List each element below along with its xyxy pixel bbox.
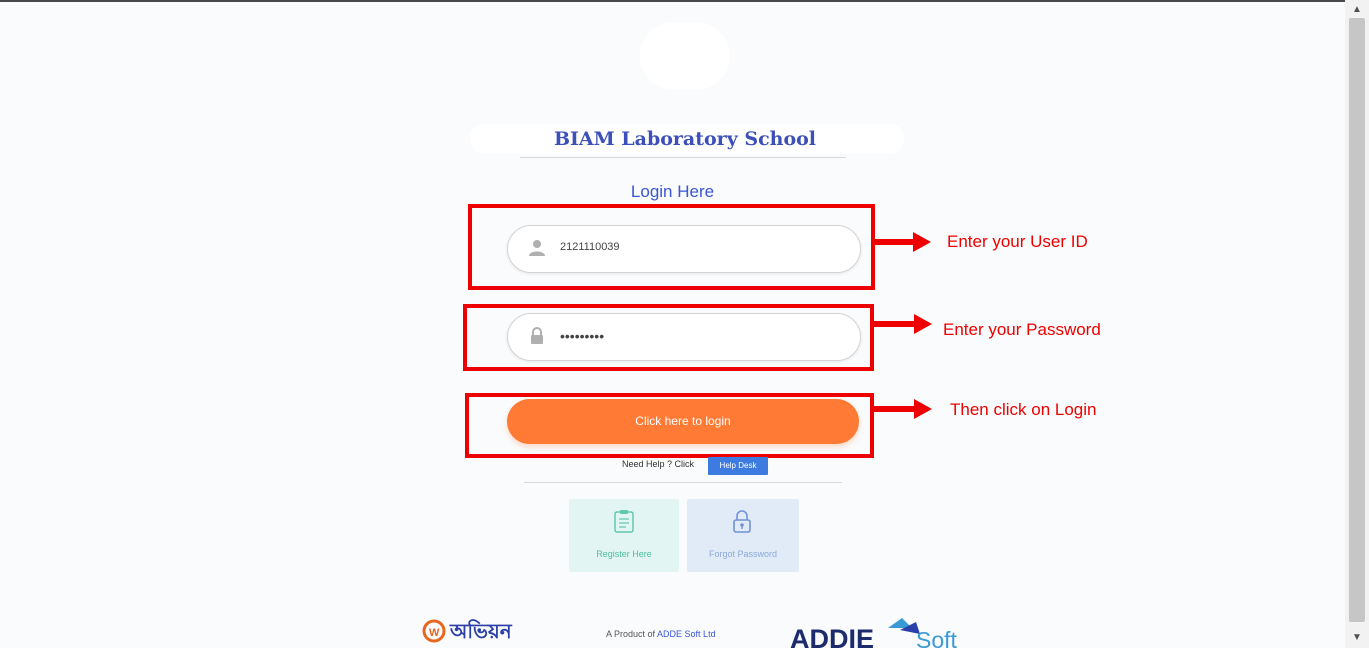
annotation-user-id: Enter your User ID <box>947 232 1088 251</box>
annotation-box-password <box>463 304 874 371</box>
annotation-box-user-id <box>468 204 875 290</box>
register-card[interactable]: Register Here <box>569 499 679 572</box>
arrow-right-icon <box>875 232 931 252</box>
company-link[interactable]: ADDE Soft Ltd <box>657 629 716 639</box>
arrow-right-icon <box>874 399 932 419</box>
register-label: Register Here <box>596 549 652 559</box>
scrollbar[interactable]: ▲ ▼ <box>1345 0 1369 648</box>
footer-credit: A Product of ADDE Soft Ltd <box>606 629 716 639</box>
scroll-down-arrow-icon[interactable]: ▼ <box>1345 630 1369 646</box>
svg-text:W: W <box>429 627 440 639</box>
forgot-password-label: Forgot Password <box>708 549 778 559</box>
help-desk-button[interactable]: Help Desk <box>708 457 768 475</box>
brand-logo-left: W অভিয়ন <box>422 619 513 643</box>
top-border <box>0 0 1345 2</box>
scroll-thumb[interactable] <box>1349 18 1365 622</box>
login-heading: Login Here <box>630 182 715 201</box>
brand-logo-right: ADDIE Soft <box>790 618 958 648</box>
school-title: BIAM Laboratory School <box>553 128 817 150</box>
brand-left-text: অভিয়ন <box>449 619 513 643</box>
annotation-box-login <box>465 393 874 458</box>
help-divider <box>524 482 842 483</box>
clipboard-icon <box>614 510 634 533</box>
arrow-right-icon <box>874 314 932 334</box>
annotation-login: Then click on Login <box>950 400 1097 419</box>
brand-right-text: ADDIE <box>790 624 874 648</box>
school-logo <box>640 22 730 90</box>
forgot-password-card[interactable]: Forgot Password <box>687 499 799 572</box>
brand-right-suffix: Soft <box>916 627 958 648</box>
annotation-password: Enter your Password <box>943 320 1101 339</box>
title-divider <box>520 157 846 158</box>
scroll-up-arrow-icon[interactable]: ▲ <box>1345 2 1369 18</box>
padlock-icon <box>733 510 751 533</box>
help-text: Need Help ? Click <box>622 459 695 469</box>
